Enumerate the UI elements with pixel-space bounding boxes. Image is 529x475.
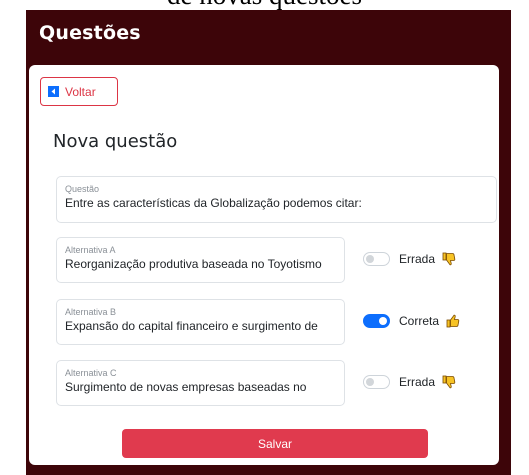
form-title: Nova questão bbox=[53, 131, 178, 152]
alternative-a-toggle[interactable] bbox=[363, 252, 390, 266]
alternative-c-status: Errada bbox=[363, 375, 456, 389]
alternative-c-label: Alternativa C bbox=[65, 368, 117, 378]
alternative-a-input[interactable]: Reorganização produtiva baseada no Toyot… bbox=[65, 256, 338, 272]
alternative-c-input[interactable]: Surgimento de novas empresas baseadas no bbox=[65, 379, 338, 395]
alternative-c-field[interactable]: Alternativa C Surgimento de novas empres… bbox=[56, 360, 345, 406]
thumbs-down-icon bbox=[442, 252, 456, 266]
back-button-label: Voltar bbox=[65, 84, 96, 99]
alternative-c-toggle[interactable] bbox=[363, 375, 390, 389]
form-card: Voltar Nova questão Questão Entre as car… bbox=[29, 65, 499, 465]
top-caption: de novas questões bbox=[0, 0, 529, 10]
alternative-b-label: Alternativa B bbox=[65, 307, 117, 317]
alternative-b-field[interactable]: Alternativa B Expansão do capital financ… bbox=[56, 299, 345, 345]
alternative-a-status-label: Errada bbox=[399, 252, 436, 266]
alternative-b-toggle[interactable] bbox=[363, 314, 390, 328]
question-label: Questão bbox=[65, 184, 100, 194]
app-title: Questões bbox=[39, 22, 141, 44]
thumbs-up-icon bbox=[446, 314, 460, 328]
back-arrow-icon bbox=[48, 86, 59, 97]
app-frame: Questões Voltar Nova questão Questão Ent… bbox=[26, 10, 511, 475]
alternative-c-status-label: Errada bbox=[399, 375, 436, 389]
question-input[interactable]: Entre as características da Globalização… bbox=[65, 195, 490, 211]
question-field[interactable]: Questão Entre as características da Glob… bbox=[56, 176, 497, 223]
alternative-b-input[interactable]: Expansão do capital financeiro e surgime… bbox=[65, 318, 338, 334]
alternative-b-status-label: Correta bbox=[399, 314, 440, 328]
back-button[interactable]: Voltar bbox=[40, 77, 118, 106]
alternative-a-label: Alternativa A bbox=[65, 245, 116, 255]
thumbs-down-icon bbox=[442, 375, 456, 389]
alternative-b-status: Correta bbox=[363, 314, 460, 328]
alternative-a-field[interactable]: Alternativa A Reorganização produtiva ba… bbox=[56, 237, 345, 283]
alternative-a-status: Errada bbox=[363, 252, 456, 266]
save-button[interactable]: Salvar bbox=[122, 429, 428, 458]
